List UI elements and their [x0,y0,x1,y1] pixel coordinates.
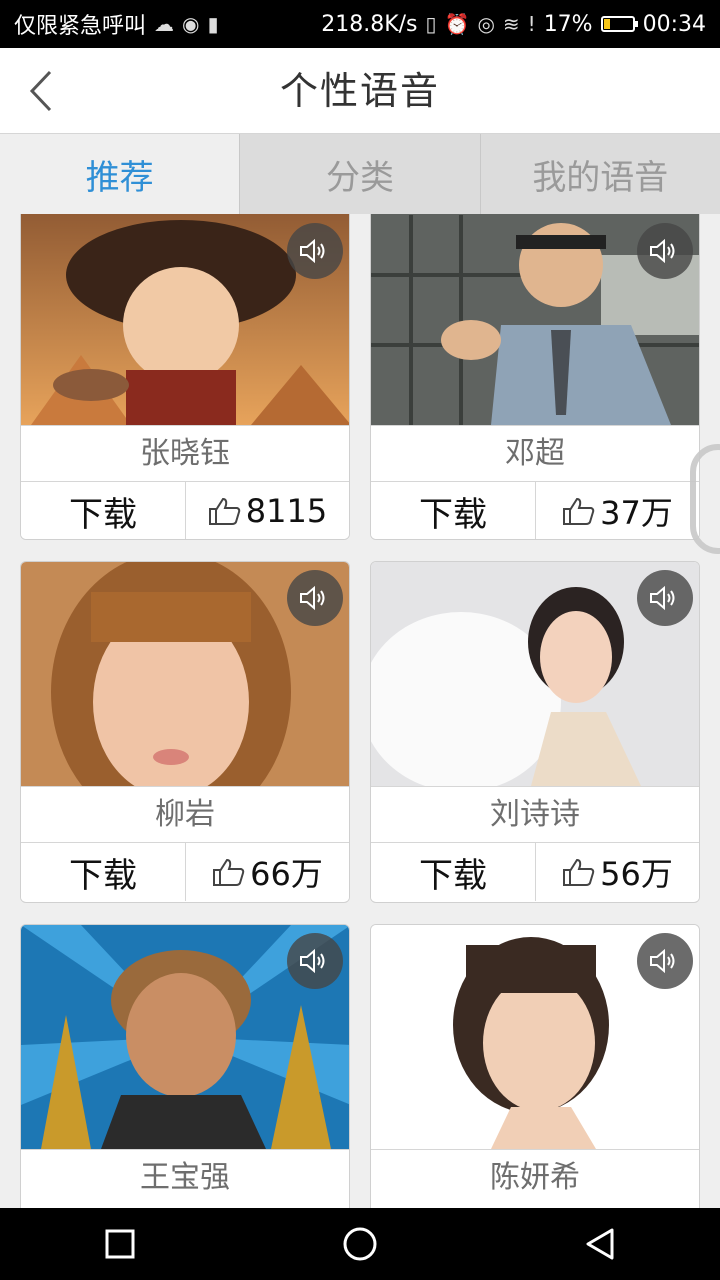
wifi-icon: ≋ [502,12,520,36]
tab-my-voices[interactable]: 我的语音 [479,134,720,214]
like-count: 37万 [600,494,673,532]
play-voice-button[interactable] [637,933,693,989]
title-bar: 个性语音 [0,48,720,134]
speaker-icon [300,948,325,974]
thumbs-up-icon [563,858,595,886]
home-button[interactable] [330,1214,390,1274]
card-actions: 下载 37万 [371,481,699,539]
weather-icon: ☁ [154,12,175,36]
voice-name: 刘诗诗 [371,786,699,843]
download-button[interactable]: 下载 [21,843,186,901]
voice-card[interactable]: 邓超 下载 37万 [370,214,700,540]
thumbs-up-icon [563,497,595,525]
weibo-icon: ◉ [182,12,200,36]
like-button[interactable]: 66万 [186,843,349,901]
triangle-back-icon [586,1228,614,1260]
battery-alert-icon: ! [527,12,536,36]
voice-name: 柳岩 [21,786,349,843]
download-button[interactable]: 下载 [21,482,186,539]
download-button[interactable]: 下载 [371,482,536,539]
speaker-icon [650,948,675,974]
voice-card[interactable]: 刘诗诗 下载 56万 [370,561,700,903]
download-button[interactable]: 下载 [371,843,536,901]
voice-name: 王宝强 [21,1149,349,1206]
status-bar: 仅限紧急呼叫 ☁ ◉ ▮ 218.8K/s ▯ ⏰ ◎ ≋ ! 17% 00:3… [0,0,720,48]
circle-icon [343,1227,377,1261]
like-button[interactable]: 37万 [536,482,699,539]
card-actions: 下载 56万 [371,842,699,901]
tab-category[interactable]: 分类 [239,134,480,214]
like-count: 66万 [250,855,323,893]
thumbs-up-icon [213,858,245,886]
voice-name: 陈妍希 [371,1149,699,1206]
page-title: 个性语音 [279,69,440,113]
alarm-icon: ⏰ [444,12,470,36]
speaker-icon [650,585,675,611]
like-count: 8115 [245,492,328,530]
voice-card[interactable]: 王宝强 [20,924,350,1208]
tab-recommended[interactable]: 推荐 [0,134,240,214]
system-back-button[interactable] [570,1214,630,1274]
voice-card[interactable]: 陈妍希 [370,924,700,1208]
voice-name: 邓超 [371,425,699,482]
system-nav-bar [0,1208,720,1280]
recents-button[interactable] [90,1214,150,1274]
voice-card[interactable]: 张晓钰 下载 8115 [20,214,350,540]
play-voice-button[interactable] [287,933,343,989]
network-speed: 218.8K/s [321,11,418,37]
eye-icon: ◎ [477,12,495,36]
battery-icon [600,16,638,32]
sim-icon: ▮ [207,12,219,36]
tab-bar: 推荐 分类 我的语音 [0,134,720,214]
battery-percent: 17% [543,11,593,37]
clock: 00:34 [642,11,706,37]
voice-grid: 张晓钰 下载 8115 邓超 下载 37万 柳岩 下载 66万 刘诗诗 下载 5… [0,214,720,1208]
thumbs-up-icon [208,497,241,525]
play-voice-button[interactable] [287,223,343,279]
vibrate-icon: ▯ [425,12,437,36]
speaker-icon [650,238,675,264]
like-button[interactable]: 8115 [186,482,349,539]
square-icon [105,1229,135,1259]
carrier-text: 仅限紧急呼叫 [14,14,147,39]
like-count: 56万 [600,855,673,893]
card-actions: 下载 8115 [21,481,349,539]
like-button[interactable]: 56万 [536,843,699,901]
fast-scroll-handle[interactable] [690,444,720,554]
card-actions: 下载 66万 [21,842,349,901]
speaker-icon [300,238,325,264]
speaker-icon [300,585,325,611]
voice-name: 张晓钰 [21,425,349,482]
play-voice-button[interactable] [637,223,693,279]
play-voice-button[interactable] [287,570,343,626]
voice-card[interactable]: 柳岩 下载 66万 [20,561,350,903]
play-voice-button[interactable] [637,570,693,626]
